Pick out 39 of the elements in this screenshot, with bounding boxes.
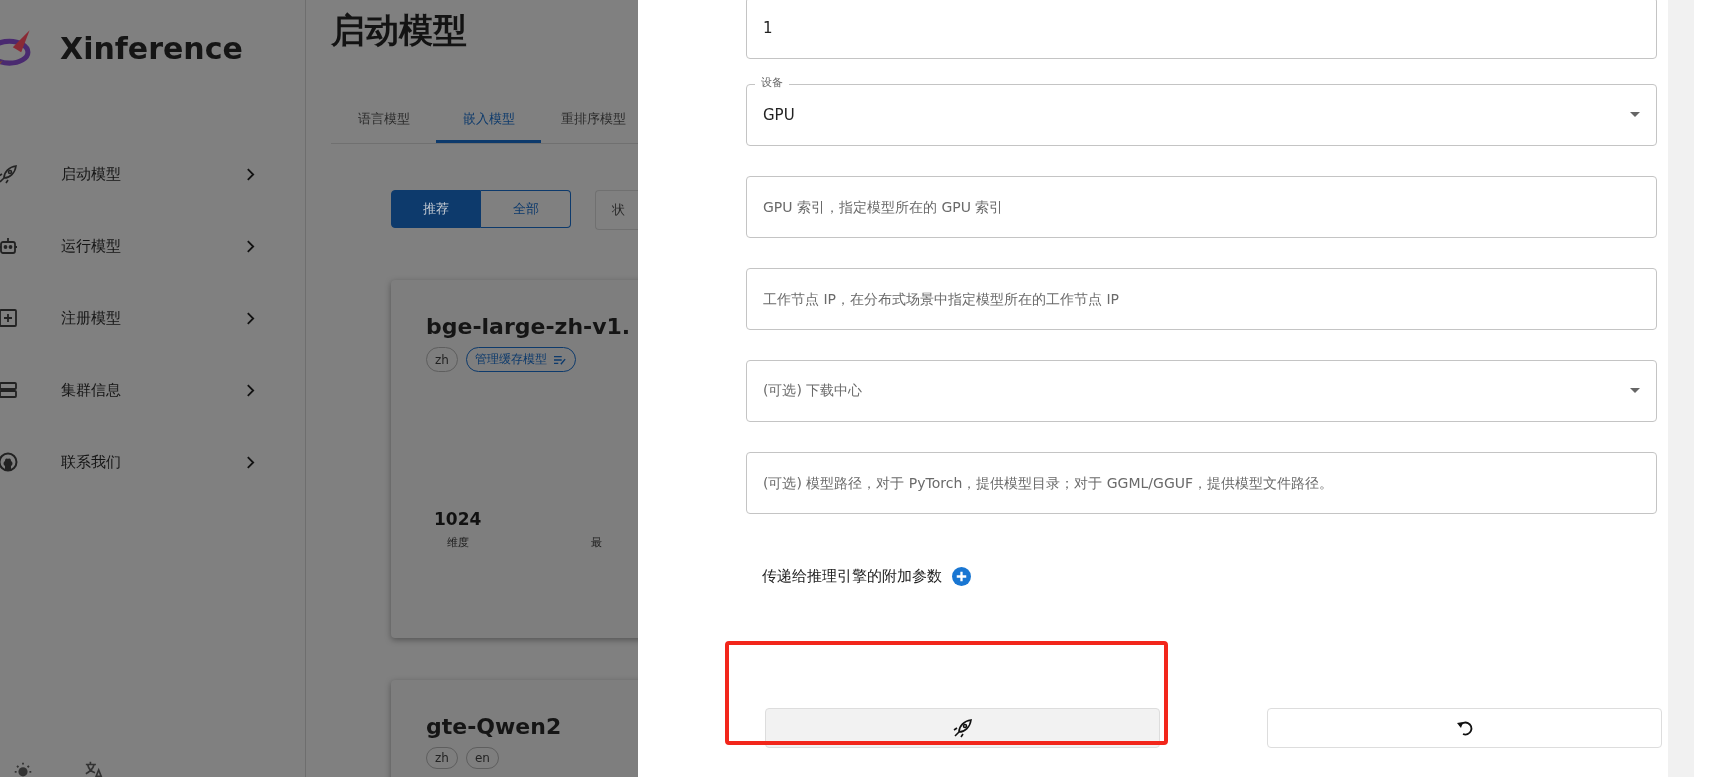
chevron-icon <box>246 311 255 325</box>
caret-icon <box>1630 112 1640 118</box>
input-field[interactable]: (可选) 模型路径，对于 PyTorch，提供模型目录；对于 GGML/GGUF，提供模型文件路径。 <box>746 452 1657 514</box>
model-name: bge-large-zh-v1. <box>426 314 631 339</box>
rocket-icon <box>0 164 18 184</box>
extra-params-label: 传递给推理引擎的附加参数 <box>762 567 942 586</box>
github-icon <box>0 452 18 472</box>
stat-label: 最 <box>591 535 603 550</box>
nav-item[interactable]: 集群信息 <box>0 354 305 426</box>
chevron-icon <box>246 383 255 397</box>
brand-name: Xinference <box>60 30 243 66</box>
server-icon <box>0 380 18 400</box>
add-icon[interactable] <box>952 567 971 586</box>
nav-item[interactable]: 启动模型 <box>0 138 305 210</box>
caret-icon <box>1630 388 1640 394</box>
plus-box-icon <box>0 308 18 328</box>
rocket-icon <box>952 718 973 738</box>
stat-label: 维度 <box>446 535 469 550</box>
input-field[interactable]: 工作节点 IP，在分布式场景中指定模型所在的工作节点 IP <box>746 268 1657 330</box>
tab[interactable]: 语言模型 <box>331 98 436 143</box>
robot-icon <box>0 236 18 256</box>
launch-button[interactable] <box>765 708 1160 748</box>
input-field[interactable]: GPU 索引，指定模型所在的 GPU 索引 <box>746 176 1657 238</box>
chevron-icon <box>246 167 255 181</box>
model-name: gte-Qwen2 <box>426 714 562 739</box>
filter-toggle[interactable]: 推荐 <box>391 190 481 228</box>
stat-value: 1024 <box>434 509 482 529</box>
nav-item[interactable]: 运行模型 <box>0 210 305 282</box>
field-label: 设备 <box>755 75 789 91</box>
input-field[interactable]: 1 <box>746 0 1657 59</box>
chevron-icon <box>246 239 255 253</box>
page-title: 启动模型 <box>331 9 467 52</box>
select-field[interactable]: (可选) 下载中心 <box>746 360 1657 422</box>
chevron-icon <box>246 455 255 469</box>
tab[interactable]: 嵌入模型 <box>436 98 541 143</box>
filter-toggle[interactable]: 全部 <box>481 190 571 228</box>
edit-list-icon <box>552 353 567 366</box>
nav-item[interactable]: 联系我们 <box>0 426 305 498</box>
nav-item[interactable]: 注册模型 <box>0 282 305 354</box>
